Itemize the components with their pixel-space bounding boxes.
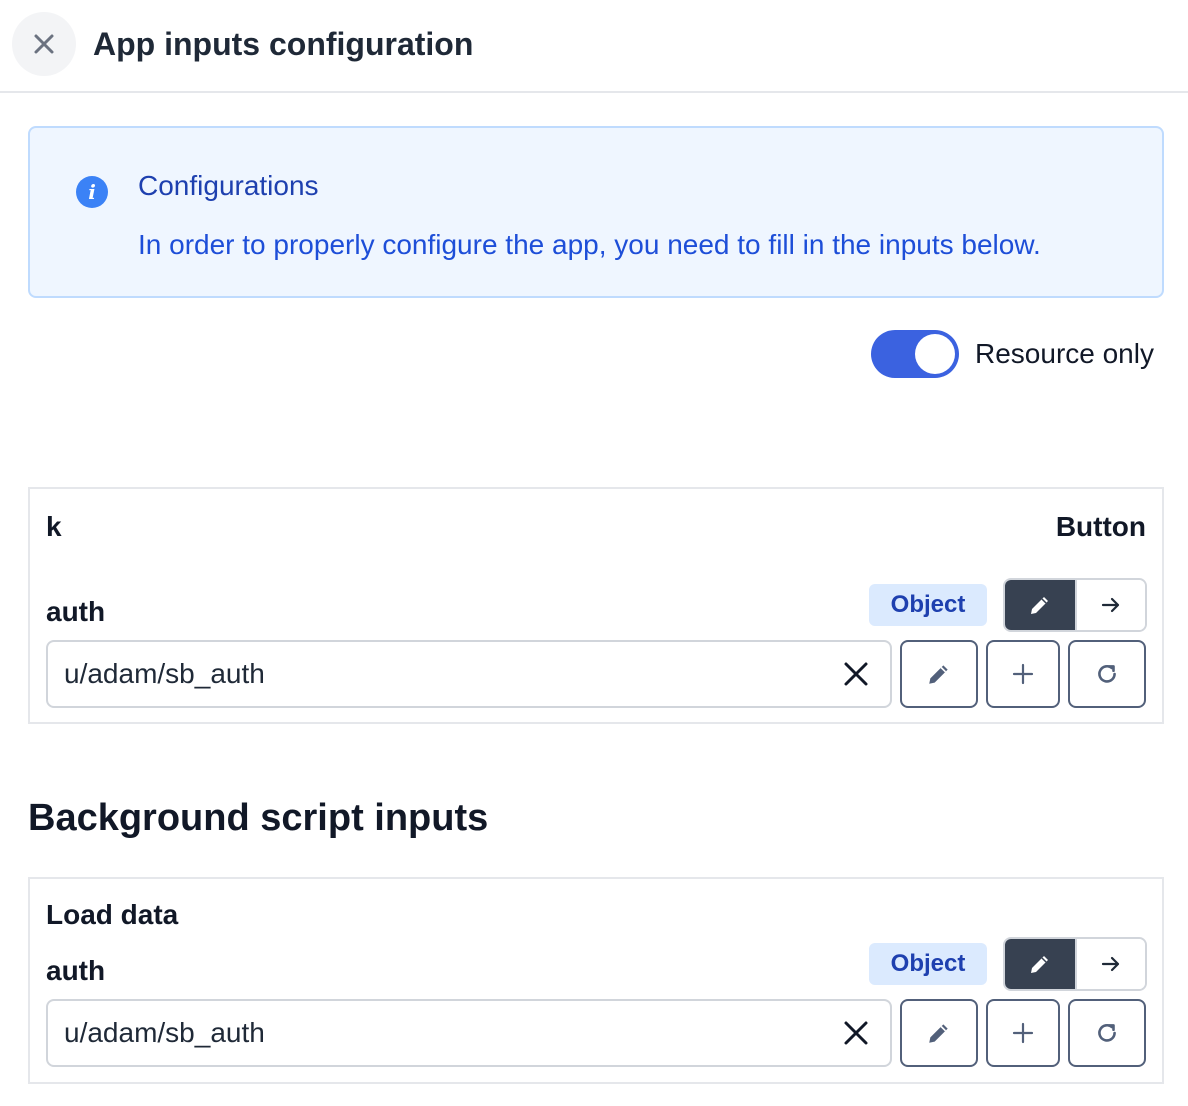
alert-title: Configurations (138, 170, 319, 201)
x-icon (844, 1021, 868, 1045)
close-icon (34, 34, 54, 54)
type-badge: Object (869, 584, 987, 626)
connect-mode-button[interactable] (1075, 939, 1145, 989)
pencil-icon (1031, 597, 1048, 614)
edit-resource-button[interactable] (900, 999, 978, 1067)
refresh-button[interactable] (1068, 640, 1146, 708)
background-section-title: Background script inputs (28, 797, 489, 839)
clear-button[interactable] (840, 1017, 872, 1049)
field-label: auth (46, 955, 106, 986)
clear-button[interactable] (840, 658, 872, 690)
connect-mode-button[interactable] (1075, 580, 1145, 630)
component-id: k (46, 511, 62, 542)
add-resource-button[interactable] (986, 999, 1060, 1067)
pencil-icon (929, 665, 948, 684)
component-input-card: k Button auth Object u/adam/sb_auth (28, 487, 1164, 724)
type-badge: Object (869, 943, 987, 985)
toggle-knob (915, 334, 955, 374)
resource-picker-input[interactable]: u/adam/sb_auth (46, 999, 892, 1067)
script-name: Load data (46, 899, 179, 930)
add-resource-button[interactable] (986, 640, 1060, 708)
drawer-header: App inputs configuration (0, 0, 1188, 93)
input-mode-toggle (1003, 578, 1147, 632)
plus-icon (1012, 663, 1034, 685)
alert-message: In order to properly configure the app, … (138, 229, 1041, 260)
static-mode-button[interactable] (1005, 580, 1075, 630)
drawer-title: App inputs configuration (93, 26, 474, 62)
arrow-right-icon (1101, 597, 1120, 613)
background-script-card: Load data auth Object u/adam/sb_auth (28, 877, 1164, 1084)
plus-icon (1012, 1022, 1034, 1044)
arrow-right-icon (1101, 956, 1120, 972)
field-label: auth (46, 596, 106, 627)
resource-only-label: Resource only (975, 338, 1154, 369)
info-icon: i (76, 176, 108, 208)
resource-path: u/adam/sb_auth (64, 1017, 265, 1048)
resource-only-toggle[interactable] (871, 330, 959, 378)
resource-picker-input[interactable]: u/adam/sb_auth (46, 640, 892, 708)
resource-path: u/adam/sb_auth (64, 658, 265, 689)
static-mode-button[interactable] (1005, 939, 1075, 989)
refresh-icon (1098, 665, 1116, 683)
refresh-icon (1098, 1024, 1116, 1042)
x-icon (844, 662, 868, 686)
info-alert: i Configurations In order to properly co… (28, 126, 1164, 298)
input-mode-toggle (1003, 937, 1147, 991)
component-type: Button (1055, 511, 1146, 542)
close-button[interactable] (12, 12, 76, 76)
pencil-icon (1031, 956, 1048, 973)
edit-resource-button[interactable] (900, 640, 978, 708)
refresh-button[interactable] (1068, 999, 1146, 1067)
pencil-icon (929, 1024, 948, 1043)
